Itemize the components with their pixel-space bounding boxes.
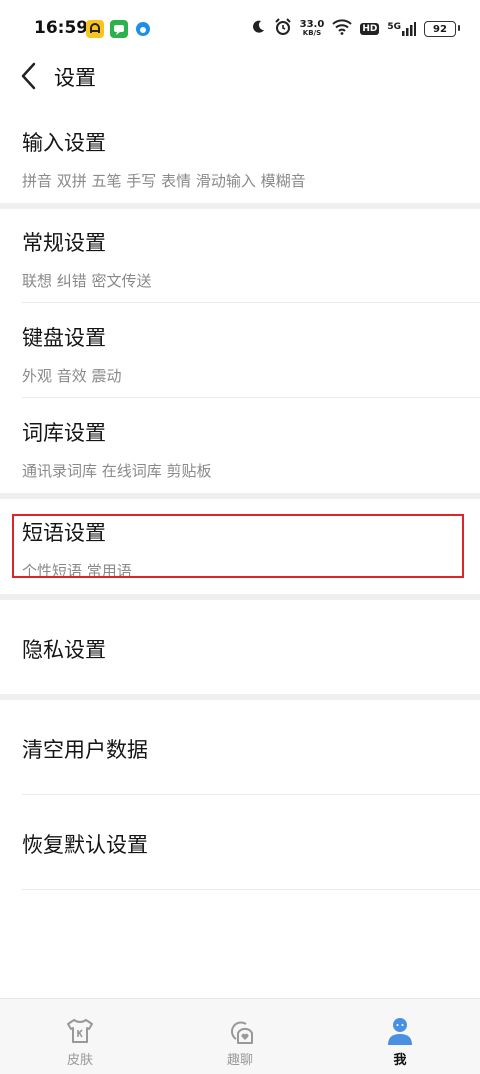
- back-arrow-icon[interactable]: [16, 60, 44, 92]
- item-title: 输入设置: [22, 131, 106, 155]
- item-title: 词库设置: [22, 421, 106, 445]
- item-title: 常规设置: [22, 231, 106, 255]
- network-speed: 33.0 KB/S: [300, 20, 325, 38]
- tshirt-icon: [64, 1015, 96, 1047]
- settings-item-clear-data[interactable]: 清空用户数据: [0, 700, 480, 795]
- status-time: 16:59: [34, 18, 89, 38]
- tab-label: 趣聊: [226, 1053, 253, 1068]
- app-notification-icon-blue: [136, 22, 150, 36]
- tab-label: 我: [393, 1053, 407, 1068]
- page-title: 设置: [54, 66, 96, 90]
- network-speed-value: 33.0: [299, 19, 325, 30]
- section-input: 输入设置 拼音 双拼 五笔 手写 表情 滑动输入 模糊音: [0, 108, 480, 203]
- item-title: 键盘设置: [22, 326, 106, 350]
- chat-heart-icon: [224, 1015, 256, 1047]
- item-subtitle: 联想 纠错 密文传送: [22, 272, 152, 290]
- wifi-icon: [332, 19, 353, 39]
- section-data: 清空用户数据 恢复默认设置: [0, 700, 480, 890]
- tab-chat[interactable]: 趣聊: [180, 999, 300, 1074]
- moon-icon: [250, 19, 266, 39]
- section-general-group: 常规设置 联想 纠错 密文传送 键盘设置 外观 音效 震动 词库设置 通讯录词库…: [0, 208, 480, 493]
- tab-label: 皮肤: [66, 1053, 93, 1068]
- top-app-bar: 设置: [0, 58, 480, 98]
- settings-item-dictionary[interactable]: 词库设置 通讯录词库 在线词库 剪贴板: [0, 398, 480, 493]
- hd-badge: HD: [360, 23, 380, 35]
- app-notification-icon-green: [110, 20, 128, 38]
- status-right-icons: 33.0 KB/S HD 5G 92: [250, 17, 460, 41]
- person-icon: [384, 1015, 416, 1047]
- network-type: 5G: [387, 22, 401, 32]
- section-privacy: 隐私设置: [0, 600, 480, 695]
- battery-indicator: 92: [424, 21, 460, 37]
- app-notification-icon-yellow: [86, 20, 104, 38]
- tab-skin[interactable]: 皮肤: [20, 999, 140, 1074]
- signal-5g-icon: 5G: [387, 22, 416, 36]
- settings-item-input[interactable]: 输入设置 拼音 双拼 五笔 手写 表情 滑动输入 模糊音: [0, 108, 480, 203]
- settings-item-keyboard[interactable]: 键盘设置 外观 音效 震动: [0, 303, 480, 398]
- divider: [22, 889, 480, 890]
- item-title: 清空用户数据: [22, 738, 148, 762]
- tab-me[interactable]: 我: [340, 999, 460, 1074]
- network-speed-unit: KB/S: [302, 29, 322, 37]
- highlight-box: [12, 514, 464, 578]
- item-title: 恢复默认设置: [22, 833, 148, 857]
- alarm-clock-icon: [274, 18, 292, 40]
- item-subtitle: 外观 音效 震动: [22, 367, 122, 385]
- item-subtitle: 通讯录词库 在线词库 剪贴板: [22, 462, 212, 480]
- settings-item-privacy[interactable]: 隐私设置: [0, 600, 480, 695]
- settings-item-restore-defaults[interactable]: 恢复默认设置: [0, 795, 480, 890]
- bottom-navigation: 皮肤 趣聊 我: [0, 998, 480, 1074]
- item-subtitle: 拼音 双拼 五笔 手写 表情 滑动输入 模糊音: [22, 172, 306, 190]
- status-bar: 16:59 33.0 KB/S HD 5G 92: [0, 0, 480, 58]
- settings-item-general[interactable]: 常规设置 联想 纠错 密文传送: [0, 208, 480, 303]
- item-title: 隐私设置: [22, 638, 106, 662]
